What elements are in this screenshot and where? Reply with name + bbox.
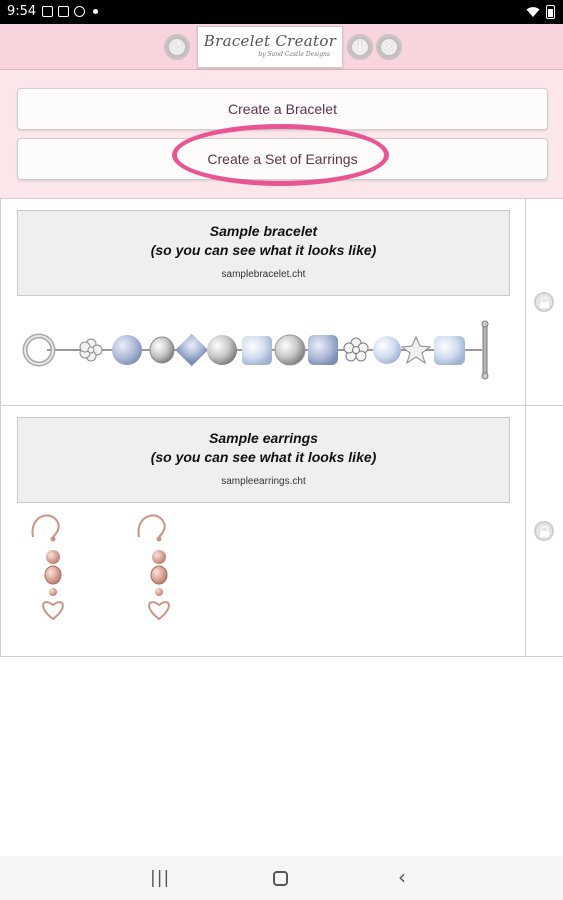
home-icon[interactable]: [273, 871, 288, 886]
upload-notification-icon: [58, 6, 69, 17]
list-item[interactable]: Sample earrings (so you can see what it …: [0, 406, 563, 657]
row-column-divider: [525, 199, 526, 405]
item-title: Sample earrings (so you can see what it …: [18, 429, 509, 467]
info-button[interactable]: i: [347, 34, 373, 60]
earrings-illustration: [31, 514, 170, 621]
item-title-line2: (so you can see what it looks like): [150, 449, 377, 465]
account-notification-icon: [74, 6, 85, 17]
create-actions: Create a Bracelet Create a Set of Earrin…: [0, 70, 563, 199]
lock-body: [539, 302, 549, 308]
logo-subtitle: by Sand Castle Designs: [258, 51, 330, 58]
battery-icon: [546, 5, 555, 19]
back-icon[interactable]: ‹: [398, 865, 406, 889]
row-left-border: [0, 199, 1, 405]
info-icon: i: [357, 39, 363, 55]
create-earrings-button[interactable]: Create a Set of Earrings: [17, 138, 548, 180]
close-icon: ✕: [383, 39, 395, 55]
close-button[interactable]: ✕: [376, 34, 402, 60]
notification-icons: [42, 6, 98, 17]
item-title: Sample bracelet (so you can see what it …: [18, 222, 509, 260]
gallery-notification-icon: [42, 6, 53, 17]
bracelet-preview-image[interactable]: [17, 308, 510, 390]
status-time: 9:54: [7, 4, 37, 19]
design-list: Sample bracelet (so you can see what it …: [0, 199, 563, 658]
item-title-line2: (so you can see what it looks like): [150, 242, 377, 258]
earrings-preview-image[interactable]: [17, 507, 297, 645]
recents-icon[interactable]: |||: [150, 868, 170, 888]
create-bracelet-button[interactable]: Create a Bracelet: [17, 88, 548, 130]
item-info-box[interactable]: Sample bracelet (so you can see what it …: [17, 210, 510, 296]
lock-icon[interactable]: [534, 521, 554, 541]
list-item[interactable]: Sample bracelet (so you can see what it …: [0, 199, 563, 406]
app-logo: Bracelet Creator by Sand Castle Designs: [197, 26, 343, 68]
lock-icon[interactable]: [534, 292, 554, 312]
lock-body: [539, 531, 549, 537]
row-column-divider: [525, 406, 526, 656]
wifi-icon: [526, 7, 540, 17]
more-notifications-icon: [93, 9, 98, 14]
undo-button[interactable]: ↺: [164, 34, 190, 60]
status-bar: 9:54: [0, 0, 563, 24]
app-header: ↺ Bracelet Creator by Sand Castle Design…: [0, 24, 563, 70]
item-title-line1: Sample bracelet: [209, 223, 318, 239]
system-nav-bar: ||| ‹: [0, 856, 563, 900]
item-info-box[interactable]: Sample earrings (so you can see what it …: [17, 417, 510, 503]
item-filename: sampleearrings.cht: [221, 476, 306, 487]
bracelet-illustration: [22, 320, 489, 380]
item-title-line1: Sample earrings: [209, 430, 318, 446]
item-filename: samplebracelet.cht: [221, 269, 306, 280]
undo-icon: ↺: [171, 39, 183, 55]
logo-title: Bracelet Creator: [203, 32, 337, 50]
row-left-border: [0, 406, 1, 656]
system-icons: [526, 5, 555, 19]
